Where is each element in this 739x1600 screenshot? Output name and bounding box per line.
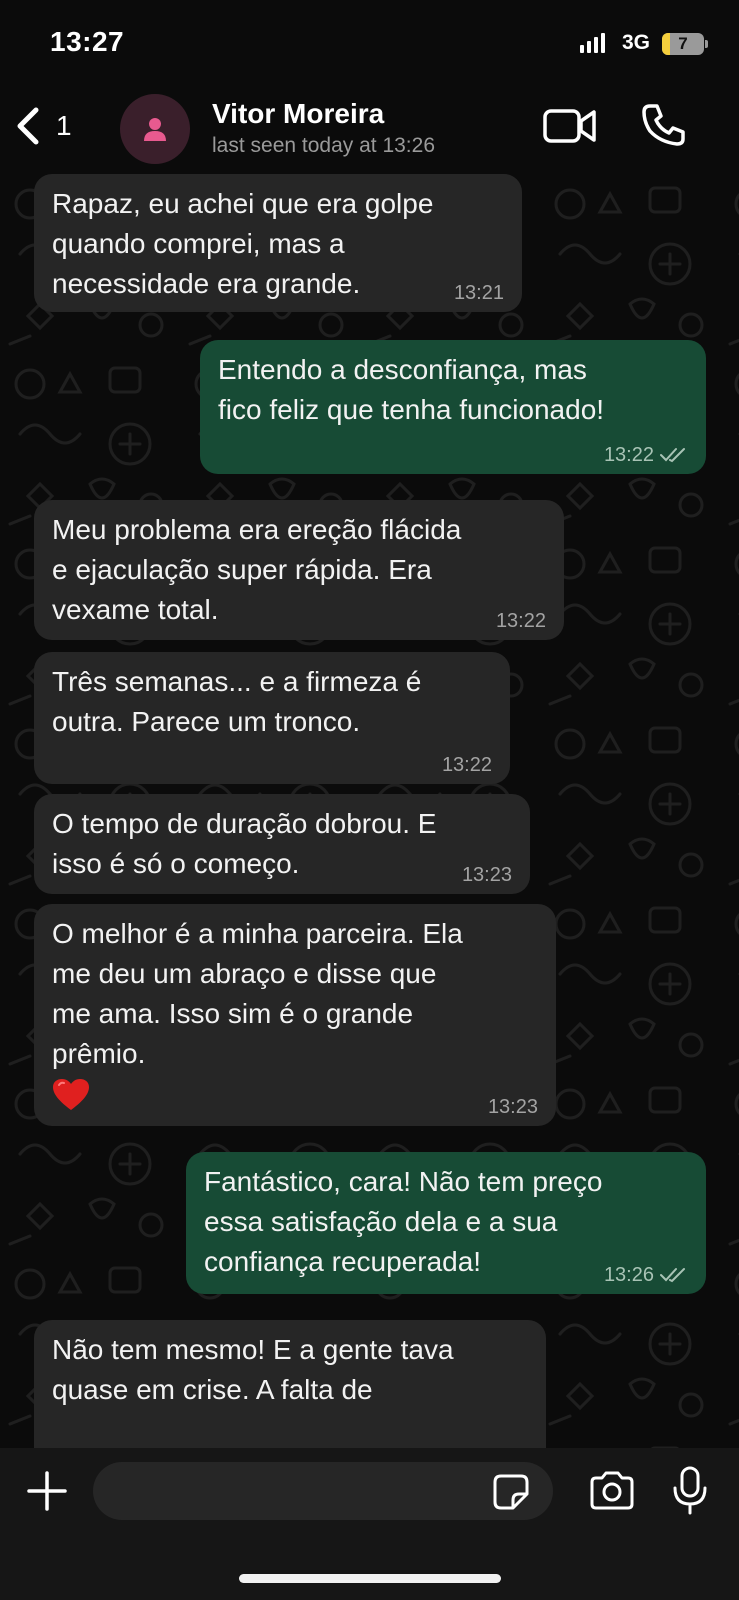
video-camera-icon — [543, 109, 596, 143]
message-text: Meu problema era ereção flácida e ejacul… — [52, 514, 462, 625]
avatar[interactable] — [120, 94, 190, 164]
message-time: 13:26 — [603, 1264, 654, 1286]
double-check-icon — [660, 448, 685, 463]
voice-call-button[interactable] — [640, 102, 688, 148]
message-time: 13:22 — [441, 754, 492, 776]
microphone-icon — [673, 1466, 707, 1515]
signal-icon — [580, 33, 605, 53]
camera-icon — [590, 1471, 634, 1510]
chat-area[interactable]: Rapaz, eu achei que era golpe quando com… — [0, 174, 739, 1448]
message-text: Não tem mesmo! E a gente tava quase em c… — [52, 1334, 454, 1405]
chat-header: 1 Vitor Moreira last seen today at 13:26 — [0, 88, 739, 174]
message-time: 13:22 — [495, 610, 546, 632]
message-time: 13:23 — [487, 1096, 538, 1118]
back-button[interactable]: 1 — [14, 100, 86, 152]
home-indicator[interactable] — [239, 1574, 501, 1583]
message-input-bar — [0, 1448, 739, 1600]
message-meta: 13:21 — [454, 282, 504, 304]
message-incoming[interactable]: O tempo de duração dobrou. E isso é só o… — [34, 794, 530, 894]
attach-button[interactable] — [26, 1470, 68, 1512]
message-outgoing[interactable]: Entendo a desconfiança, mas fico feliz q… — [200, 340, 706, 474]
message-text: Rapaz, eu achei que era golpe quando com… — [52, 188, 434, 299]
battery-icon: 7 — [662, 33, 704, 55]
phone-icon — [642, 104, 685, 146]
message-meta: 13:23 — [488, 1096, 538, 1118]
message-outgoing[interactable]: Fantástico, cara! Não tem preço essa sat… — [186, 1152, 706, 1294]
double-check-icon — [660, 1268, 685, 1283]
chevron-left-icon — [17, 107, 39, 145]
network-type: 3G — [622, 31, 651, 54]
message-text: O tempo de duração dobrou. E isso é só o… — [52, 808, 437, 879]
message-meta: 13:26 — [604, 1264, 688, 1286]
message-meta: 13:22 — [604, 444, 688, 466]
video-call-button[interactable] — [542, 106, 598, 146]
message-text: Três semanas... e a firmeza é outra. Par… — [52, 666, 422, 737]
sticker-icon — [493, 1474, 529, 1510]
message-incoming[interactable]: Rapaz, eu achei que era golpe quando com… — [34, 174, 522, 312]
sticker-button[interactable] — [493, 1474, 529, 1510]
message-incoming[interactable]: Meu problema era ereção flácida e ejacul… — [34, 500, 564, 640]
person-icon — [144, 118, 166, 141]
battery-level: 7 — [678, 34, 688, 53]
unread-count: 1 — [56, 110, 72, 141]
contact-last-seen: last seen today at 13:26 — [212, 134, 435, 157]
voice-message-button[interactable] — [672, 1466, 708, 1516]
message-text: O melhor é a minha parceira. Ela me deu … — [52, 918, 463, 1069]
message-text: Entendo a desconfiança, mas fico feliz q… — [218, 354, 605, 425]
heart-emoji — [53, 1079, 89, 1110]
message-incoming[interactable]: Não tem mesmo! E a gente tava quase em c… — [34, 1320, 546, 1448]
battery-tip — [705, 40, 708, 48]
status-time: 13:27 — [50, 26, 125, 57]
message-meta: 13:23 — [462, 864, 512, 886]
camera-button[interactable] — [588, 1470, 636, 1512]
plus-icon — [27, 1471, 67, 1511]
status-bar: 13:27 3G 7 — [0, 0, 739, 88]
message-time: 13:22 — [603, 444, 654, 466]
contact-name[interactable]: Vitor Moreira — [212, 98, 384, 130]
message-time: 13:21 — [453, 282, 504, 304]
message-meta: 13:22 — [496, 610, 546, 632]
message-incoming[interactable]: O melhor é a minha parceira. Ela me deu … — [34, 904, 556, 1126]
message-incoming[interactable]: Três semanas... e a firmeza é outra. Par… — [34, 652, 510, 784]
message-input[interactable] — [93, 1462, 553, 1520]
message-meta: 13:22 — [442, 754, 492, 776]
message-time: 13:23 — [461, 864, 512, 886]
